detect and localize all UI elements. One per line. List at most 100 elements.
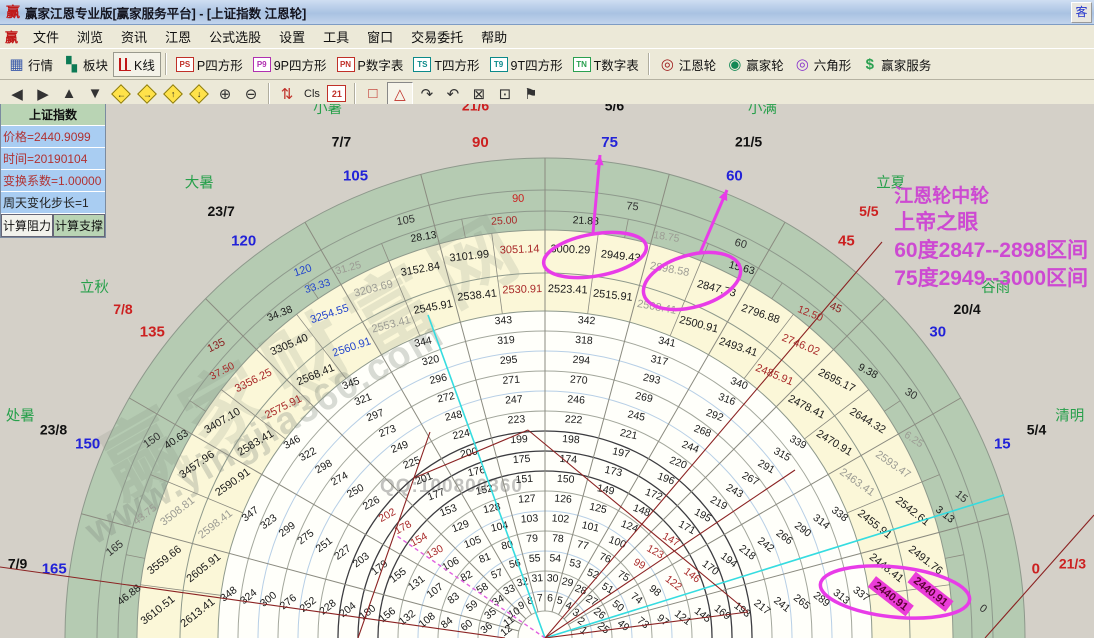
rotate-up-icon[interactable]: ▲ [57, 83, 81, 105]
toolbar-label: 赢家轮 [746, 55, 784, 74]
rotate-down-icon[interactable]: ▼ [83, 83, 107, 105]
present-icon[interactable]: ⚑ [519, 83, 543, 105]
9p-square-icon: P9 [253, 57, 271, 72]
toolbar-button-9T四方形[interactable]: T99T四方形 [485, 53, 568, 76]
toolbar-button-赢家轮[interactable]: ◉赢家轮 [721, 53, 789, 76]
sector-blocks-icon: ▚ [63, 57, 80, 72]
toolbar-separator [268, 83, 270, 105]
menu-item-8[interactable]: 交易委托 [402, 25, 472, 48]
shift-down-icon[interactable]: ↓ [187, 83, 211, 105]
svg-text:立秋: 立秋 [80, 279, 109, 296]
svg-text:21/3: 21/3 [1059, 556, 1086, 572]
svg-text:150: 150 [557, 473, 575, 486]
shrink-icon[interactable]: ⊡ [493, 83, 517, 105]
svg-text:105: 105 [343, 168, 368, 185]
svg-text:3051.14: 3051.14 [500, 243, 540, 256]
svg-text:75: 75 [626, 200, 639, 213]
menu-item-7[interactable]: 窗口 [358, 25, 402, 48]
toolbar-label: P四方形 [197, 55, 243, 74]
app-logo-icon: 赢 [6, 2, 20, 22]
shift-left-icon[interactable]: ← [109, 83, 133, 105]
rotate-cw-icon[interactable]: ↷ [415, 83, 439, 105]
toolbar-label: 9P四方形 [274, 55, 327, 74]
svg-text:7/7: 7/7 [332, 133, 352, 149]
gann-wheel-icon: ◎ [659, 57, 676, 72]
shift-up-icon[interactable]: ↑ [161, 83, 185, 105]
svg-text:78: 78 [552, 532, 565, 545]
svg-text:90: 90 [512, 193, 525, 205]
window-title: 赢家江恩专业版[赢家服务平台] - [上证指数 江恩轮] [25, 3, 306, 22]
toolbar-separator [648, 53, 650, 75]
menu-item-3[interactable]: 江恩 [156, 25, 200, 48]
toolbar-button-赢家服务[interactable]: $赢家服务 [856, 53, 936, 76]
menu-item-9[interactable]: 帮助 [472, 25, 516, 48]
svg-text:2523.41: 2523.41 [548, 283, 588, 296]
instrument-panel: 上证指数 价格=2440.9099 时间=20190104 变换系数=1.000… [0, 104, 106, 238]
toolbar-button-江恩轮[interactable]: ◎江恩轮 [654, 53, 722, 76]
svg-text:127: 127 [518, 493, 536, 506]
toolbar-button-六角形[interactable]: ◎六角形 [789, 53, 857, 76]
svg-text:5/4: 5/4 [1027, 421, 1047, 437]
toolbar-label: 行情 [28, 55, 53, 74]
svg-text:处暑: 处暑 [6, 408, 35, 425]
toolbar-button-行情[interactable]: ▦行情 [3, 53, 58, 76]
svg-text:135: 135 [140, 324, 165, 341]
svg-text:23/8: 23/8 [40, 421, 67, 437]
winner-service-icon: $ [861, 57, 878, 72]
svg-text:清明: 清明 [1055, 408, 1084, 425]
kline-icon [119, 58, 131, 71]
toolbar-label: T四方形 [434, 55, 479, 74]
toolbar-button-T数字表[interactable]: TNT数字表 [568, 53, 644, 76]
expand-icon[interactable]: ⊠ [467, 83, 491, 105]
shift-right-icon[interactable]: → [135, 83, 159, 105]
toolbar-button-P数字表[interactable]: PNP数字表 [332, 53, 409, 76]
toolbar-button-T四方形[interactable]: TST四方形 [408, 53, 484, 76]
svg-text:295: 295 [499, 354, 517, 367]
svg-text:5/5: 5/5 [859, 203, 879, 219]
t-table-icon: TN [573, 57, 591, 72]
toolbar-button-P四方形[interactable]: PSP四方形 [171, 53, 248, 76]
svg-text:30: 30 [546, 572, 559, 585]
toolbar-label: T数字表 [594, 55, 639, 74]
annotation-title: 江恩轮中轮 [894, 184, 1088, 209]
svg-text:247: 247 [505, 393, 523, 406]
svg-text:20/4: 20/4 [953, 301, 980, 317]
menu-item-6[interactable]: 工具 [314, 25, 358, 48]
menu-item-2[interactable]: 资讯 [112, 25, 156, 48]
svg-text:318: 318 [575, 334, 593, 347]
svg-text:174: 174 [559, 453, 577, 466]
zoom-in-icon[interactable]: ⊕ [213, 83, 237, 105]
instrument-name: 上证指数 [1, 104, 105, 126]
svg-text:大暑: 大暑 [185, 174, 214, 191]
menu-item-1[interactable]: 浏览 [68, 25, 112, 48]
menu-item-0[interactable]: 文件 [24, 25, 68, 48]
clear-button[interactable]: Cls [301, 83, 323, 105]
svg-text:小满: 小满 [748, 104, 777, 117]
menu-item-4[interactable]: 公式选股 [200, 25, 270, 48]
svg-text:21/5: 21/5 [735, 133, 762, 149]
calc-resistance-button[interactable]: 计算阻力 [1, 214, 53, 237]
annotation-subtitle: 上帝之眼 [894, 209, 1088, 237]
toolbar-button-9P四方形[interactable]: P99P四方形 [248, 53, 332, 76]
zoom-out-icon[interactable]: ⊖ [239, 83, 263, 105]
rotate-ccw-icon[interactable]: ↶ [441, 83, 465, 105]
triangle-tool-icon[interactable]: △ [387, 82, 413, 106]
customer-service-button[interactable]: 客 [1071, 2, 1092, 23]
toolbar-button-板块[interactable]: ▚板块 [58, 53, 113, 76]
nav-forward-icon[interactable]: ▶ [31, 83, 55, 105]
toolbar-button-K线[interactable]: K线 [113, 52, 161, 77]
axis-swap-icon[interactable]: ⇅ [275, 83, 299, 105]
time-row: 时间=20190104 [1, 148, 105, 170]
calc-support-button[interactable]: 计算支撑 [53, 214, 105, 237]
svg-text:2530.91: 2530.91 [502, 283, 542, 296]
toolbar-separator [165, 53, 167, 75]
calendar-icon[interactable]: 21 [325, 83, 349, 105]
menu-item-5[interactable]: 设置 [270, 25, 314, 48]
nav-back-icon[interactable]: ◀ [5, 83, 29, 105]
svg-text:222: 222 [564, 413, 582, 426]
svg-text:60: 60 [726, 168, 743, 185]
svg-text:126: 126 [554, 493, 572, 506]
svg-text:30: 30 [929, 324, 946, 341]
svg-text:90: 90 [472, 134, 489, 151]
square-tool-icon[interactable]: □ [361, 83, 385, 105]
